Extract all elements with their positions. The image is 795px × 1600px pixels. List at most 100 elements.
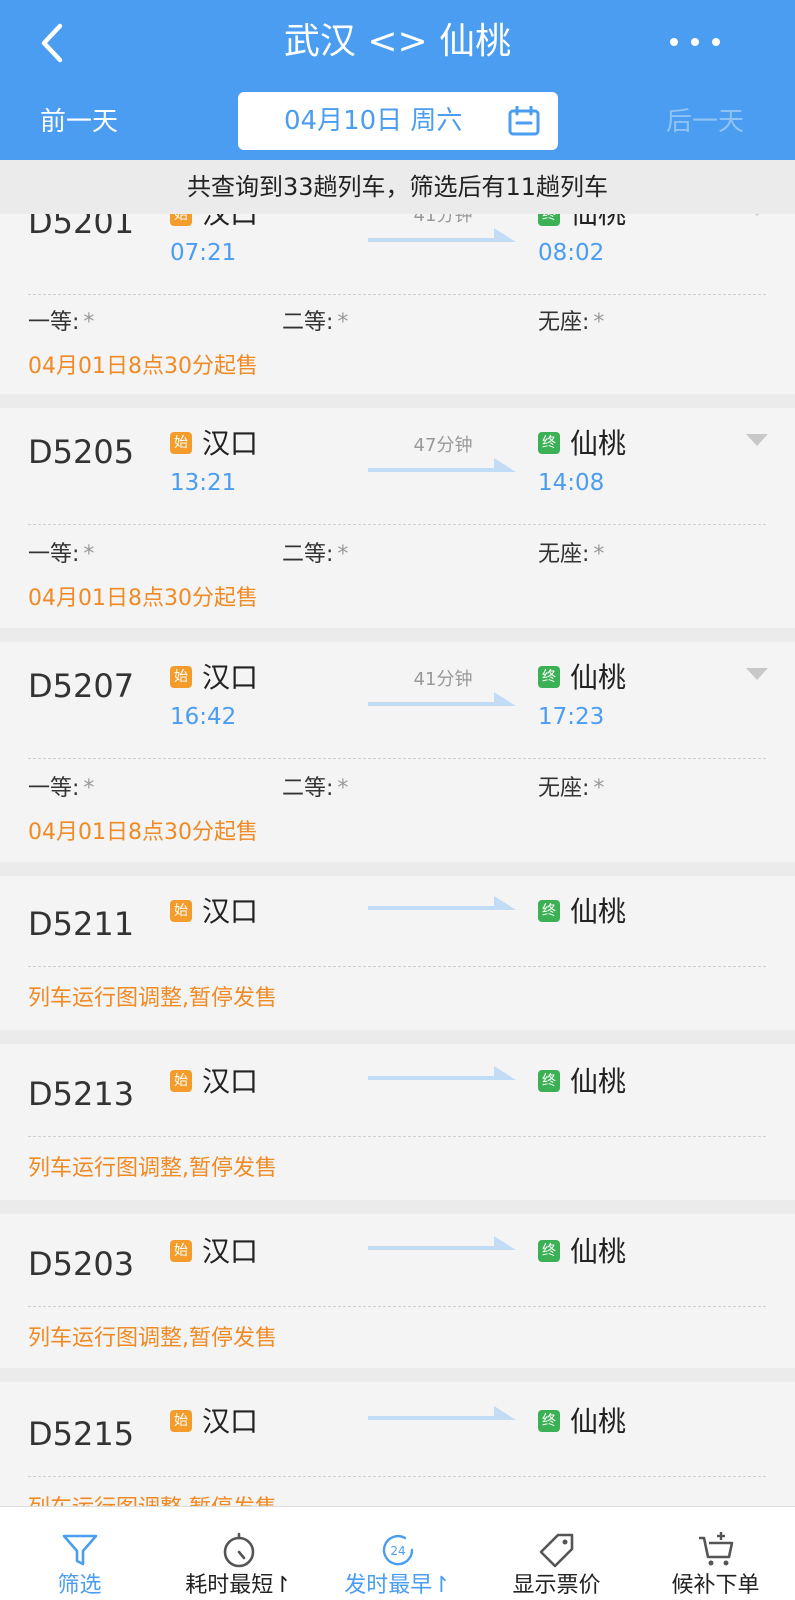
card-gap [0,1030,795,1044]
card-gap [0,1368,795,1382]
train-number: D5203 [28,1245,135,1283]
end-station-badge: 终 [538,1240,560,1262]
seat-value: * [337,310,349,335]
bottom-toolbar: 筛选 耗时最短↾ 24 发时最早↾ 显示票价 候补下单 [0,1506,795,1600]
trip-duration: 41分钟 [413,669,473,690]
to-station: 仙桃 [570,1235,627,1268]
train-number: D5213 [28,1075,135,1113]
next-day-button[interactable]: 后一天 [666,100,744,144]
tab-waitlist-order[interactable]: 候补下单 [636,1507,795,1600]
start-station-badge: 始 [170,1070,192,1092]
departure-time: 13:21 [170,470,237,496]
train-card[interactable]: D5215 始 汉口 终 仙桃 列车运行图调整,暂停发售 [0,1382,795,1506]
seat-no-seat: 无座: * [538,540,604,570]
calendar-icon [508,106,540,136]
card-gap [0,628,795,642]
divider [28,524,766,525]
to-station: 仙桃 [570,895,627,928]
divider [28,294,766,295]
seat-label: 无座: [538,776,590,801]
arrow-icon [368,1236,516,1250]
result-summary: 共查询到33趟列车，筛选后有11趟列车 [0,160,795,214]
tab-label: 显示票价 [512,1573,601,1598]
seat-label: 二等: [282,310,334,335]
more-menu-button[interactable] [670,20,720,64]
seat-label: 二等: [282,542,334,567]
expand-triangle-icon[interactable] [746,434,768,448]
seat-value: * [83,310,95,335]
date-value: 04月10日 周六 [284,106,463,136]
start-station-badge: 始 [170,900,192,922]
sale-note: 列车运行图调整,暂停发售 [28,986,277,1011]
card-gap [0,862,795,876]
train-card[interactable]: D5207 始 汉口 16:42 41分钟 终 仙桃 17:23 一等: * 二等… [0,642,795,862]
seat-label: 二等: [282,776,334,801]
sale-note: 列车运行图调整,暂停发售 [28,1156,277,1181]
tab-earliest-departure[interactable]: 24 发时最早↾ [318,1507,477,1600]
expand-triangle-icon[interactable] [746,668,768,682]
tab-shortest-duration[interactable]: 耗时最短↾ [159,1507,318,1600]
train-card[interactable]: D5203 始 汉口 终 仙桃 列车运行图调整,暂停发售 [0,1214,795,1368]
departure-time: 16:42 [170,704,237,730]
seat-value: * [337,776,349,801]
seat-value: * [593,542,605,567]
date-picker[interactable]: 04月10日 周六 [238,92,558,150]
sale-note: 列车运行图调整,暂停发售 [28,1494,277,1506]
tab-label: 发时最早↾ [344,1573,451,1598]
from-station: 汉口 [202,895,259,928]
divider [28,1306,766,1307]
train-card[interactable]: D5205 始 汉口 13:21 47分钟 终 仙桃 14:08 一等: * 二等… [0,408,795,628]
end-station-badge: 终 [538,1070,560,1092]
arrow-icon [368,692,516,706]
train-number: D5207 [28,667,135,705]
sale-note: 列车运行图调整,暂停发售 [28,1326,277,1351]
train-number: D5215 [28,1415,135,1453]
start-station-badge: 始 [170,432,192,454]
train-card[interactable]: D5213 始 汉口 终 仙桃 列车运行图调整,暂停发售 [0,1044,795,1200]
clock-24-icon: 24 [382,1534,414,1566]
seat-label: 一等: [28,542,80,567]
start-station-badge: 始 [170,1240,192,1262]
arrival-time: 08:02 [538,240,605,266]
seat-first-class: 一等: * [28,540,94,570]
card-gap [0,1200,795,1214]
seat-label: 一等: [28,310,80,335]
sale-note: 04月01日8点30分起售 [28,820,258,845]
train-number: D5205 [28,433,135,471]
seat-first-class: 一等: * [28,308,94,338]
seat-value: * [83,776,95,801]
tab-filter[interactable]: 筛选 [0,1507,159,1600]
seat-no-seat: 无座: * [538,774,604,804]
from-station: 汉口 [202,1235,259,1268]
start-station-badge: 始 [170,1410,192,1432]
divider [28,758,766,759]
end-station-badge: 终 [538,432,560,454]
seat-no-seat: 无座: * [538,308,604,338]
from-station: 汉口 [202,427,259,460]
seat-second-class: 二等: * [282,308,348,338]
departure-time: 07:21 [170,240,237,266]
divider [28,966,766,967]
from-station: 汉口 [202,1405,259,1438]
seat-first-class: 一等: * [28,774,94,804]
arrow-icon [368,896,516,910]
arrow-icon [368,1066,516,1080]
train-list[interactable]: D5201 始 汉口 07:21 41分钟 终 仙桃 08:02 一等:* 二等… [0,160,795,1506]
divider [28,1476,766,1477]
tab-show-price[interactable]: 显示票价 [477,1507,636,1600]
train-number: D5211 [28,905,135,943]
arrival-time: 17:23 [538,704,605,730]
from-station: 汉口 [202,661,259,694]
prev-day-button[interactable]: 前一天 [40,100,118,144]
trip-duration: 47分钟 [413,435,473,456]
card-gap [0,394,795,408]
arrow-icon [368,458,516,472]
dot-icon [670,38,678,46]
seat-second-class: 二等: * [282,774,348,804]
train-card[interactable]: D5211 始 汉口 终 仙桃 列车运行图调整,暂停发售 [0,876,795,1030]
tab-label: 候补下单 [671,1573,760,1598]
divider [28,1136,766,1137]
to-station: 仙桃 [570,1065,627,1098]
seat-value: * [593,310,605,335]
header-bar: 武汉 <> 仙桃 前一天 04月10日 周六 后一天 [0,0,795,160]
